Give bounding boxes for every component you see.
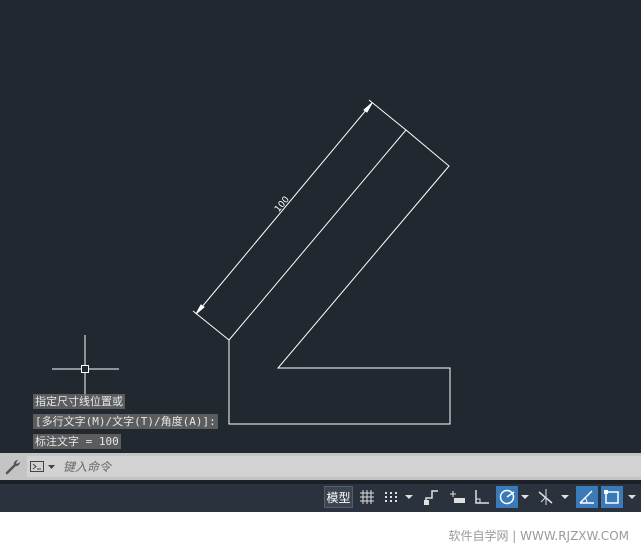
dimension-text: 100 bbox=[273, 195, 292, 215]
command-prompt-icon[interactable] bbox=[30, 461, 44, 472]
command-input[interactable] bbox=[63, 457, 623, 476]
wrench-icon[interactable] bbox=[4, 458, 22, 476]
grid-icon[interactable] bbox=[356, 486, 378, 508]
command-history-line-1: 指定尺寸线位置或 bbox=[33, 394, 125, 409]
command-bar bbox=[0, 453, 641, 480]
polar-dropdown-icon[interactable] bbox=[520, 486, 530, 508]
dynamic-input-icon[interactable] bbox=[446, 486, 468, 508]
drawing-canvas[interactable]: 100 指定尺寸线位置或 [多行文字(M)/文字(T)/角度(A)]: 标注文字… bbox=[0, 0, 641, 453]
ortho-icon[interactable] bbox=[471, 486, 493, 508]
status-bar: 模型 bbox=[0, 484, 641, 512]
chevron-down-icon[interactable] bbox=[47, 462, 56, 471]
model-tab[interactable]: 模型 bbox=[324, 486, 353, 508]
snap-icon[interactable] bbox=[380, 486, 402, 508]
object-snap-tracking-icon[interactable] bbox=[576, 486, 598, 508]
infer-constraints-icon[interactable] bbox=[421, 486, 443, 508]
object-snap-dropdown-icon[interactable] bbox=[627, 486, 637, 508]
polar-tracking-icon[interactable] bbox=[496, 486, 518, 508]
snap-dropdown-icon[interactable] bbox=[404, 486, 414, 508]
extension-line-1 bbox=[368, 99, 407, 131]
command-line bbox=[27, 456, 641, 477]
command-history-line-3: 标注文字 = 100 bbox=[33, 434, 121, 449]
crosshair-cursor bbox=[52, 335, 119, 403]
arrowhead-top bbox=[363, 102, 373, 113]
aligned-dimension bbox=[192, 99, 407, 341]
part-outline bbox=[228, 129, 451, 425]
isodraft-icon[interactable] bbox=[535, 486, 557, 508]
command-history-line-2: [多行文字(M)/文字(T)/角度(A)]: bbox=[33, 414, 218, 429]
extension-line-2 bbox=[192, 310, 230, 341]
watermark: 软件自学网 | WWW.RJZXW.COM bbox=[448, 529, 629, 543]
isodraft-dropdown-icon[interactable] bbox=[560, 486, 570, 508]
arrowhead-bottom bbox=[195, 304, 205, 315]
drawing-svg: 100 bbox=[52, 99, 451, 425]
object-snap-icon[interactable] bbox=[601, 486, 623, 508]
